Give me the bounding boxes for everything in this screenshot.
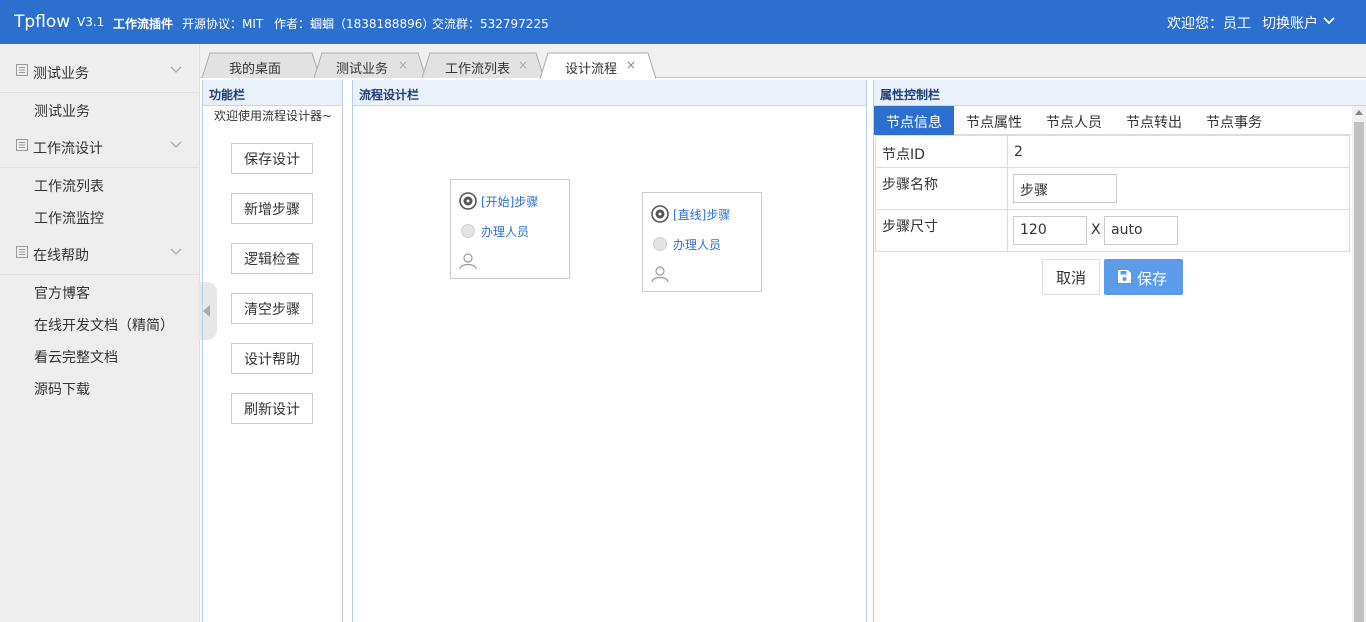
- clear-steps-button[interactable]: 清空步骤: [231, 293, 313, 324]
- radio-dot-icon: [653, 237, 667, 251]
- close-icon[interactable]: ×: [398, 58, 408, 72]
- add-step-button[interactable]: 新增步骤: [231, 193, 313, 224]
- panel-title: 流程设计栏: [359, 88, 420, 102]
- tab-test-business[interactable]: 测试业务 ×: [314, 52, 426, 78]
- list-icon: [16, 139, 28, 151]
- tab-label: 我的桌面: [229, 62, 282, 77]
- cancel-button[interactable]: 取消: [1042, 259, 1100, 295]
- design-panel: [352, 80, 867, 622]
- floppy-disk-icon: [1118, 270, 1131, 283]
- node-id-value: 2: [1014, 144, 1023, 160]
- tab-label: 设计流程: [565, 62, 618, 77]
- tab-label: 测试业务: [336, 62, 389, 77]
- license-label: 开源协议：MIT: [182, 17, 264, 31]
- step-width-input[interactable]: 120: [1013, 216, 1087, 245]
- gear-icon: [459, 192, 477, 210]
- brand-name[interactable]: Tpflow: [14, 12, 70, 32]
- sidebar-group-test-business[interactable]: 测试业务: [0, 50, 200, 93]
- group-label: 交流群：532797225: [432, 17, 549, 31]
- sidebar: 测试业务 测试业务 工作流设计 工作流列表 工作流监控 在线帮助 官方博客 在线…: [0, 44, 200, 622]
- tab-label: 工作流列表: [445, 62, 511, 77]
- radio-dot-icon: [461, 224, 475, 238]
- row-node-id: 节点ID 2: [875, 135, 1350, 168]
- sidebar-item-source-download[interactable]: 源码下载: [34, 379, 90, 399]
- author-label: 作者：蝈蝈（1838188896）: [274, 17, 435, 31]
- tab-node-info[interactable]: 节点信息: [874, 106, 954, 135]
- save-design-button[interactable]: 保存设计: [231, 143, 313, 174]
- property-tab-bar: 节点信息 节点属性 节点人员 节点转出 节点事务: [874, 106, 1352, 135]
- sidebar-item-workflow-monitor[interactable]: 工作流监控: [34, 208, 104, 228]
- scroll-up-icon[interactable]: [1355, 110, 1363, 115]
- logic-check-button[interactable]: 逻辑检查: [231, 243, 313, 274]
- plugin-label: 工作流插件: [113, 17, 174, 31]
- step-node-start[interactable]: [开始]步骤 办理人员: [450, 179, 570, 279]
- tab-node-transaction[interactable]: 节点事务: [1194, 106, 1274, 135]
- step-size-label: 步骤尺寸: [882, 219, 938, 235]
- node-id-label: 节点ID: [882, 147, 925, 163]
- tab-bar: 我的桌面 测试业务 × 工作流列表 × 设计流程 ×: [200, 44, 1366, 79]
- list-icon: [16, 64, 28, 76]
- design-help-button[interactable]: 设计帮助: [231, 343, 313, 374]
- panel-title: 功能栏: [209, 88, 246, 102]
- step-name-input[interactable]: 步骤: [1013, 174, 1117, 203]
- close-icon[interactable]: ×: [626, 58, 636, 72]
- tab-node-transfer[interactable]: 节点转出: [1114, 106, 1194, 135]
- scrollbar-thumb[interactable]: [1354, 122, 1364, 622]
- function-panel-header: 功能栏: [203, 80, 342, 106]
- step-name-label: 步骤名称: [882, 177, 938, 193]
- sidebar-group-online-help[interactable]: 在线帮助: [0, 232, 200, 275]
- chevron-down-icon: [170, 66, 182, 73]
- tab-design-flow[interactable]: 设计流程 ×: [540, 52, 656, 79]
- sidebar-group-label: 测试业务: [33, 66, 89, 82]
- sidebar-item-online-docs[interactable]: 在线开发文档（精简）: [34, 315, 174, 335]
- save-label: 保存: [1137, 270, 1168, 288]
- chevron-down-icon: [170, 248, 182, 255]
- refresh-design-button[interactable]: 刷新设计: [231, 393, 313, 424]
- version-label: V3.1: [77, 15, 105, 29]
- design-panel-header: 流程设计栏: [353, 80, 866, 106]
- tab-my-desktop[interactable]: 我的桌面: [202, 52, 320, 78]
- designer-welcome-text: 欢迎使用流程设计器~: [214, 109, 333, 123]
- close-icon[interactable]: ×: [518, 58, 528, 72]
- tab-node-personnel[interactable]: 节点人员: [1034, 106, 1114, 135]
- sidebar-group-label: 工作流设计: [33, 141, 103, 157]
- sidebar-item-kancloud-docs[interactable]: 看云完整文档: [34, 347, 118, 367]
- step-handler: 办理人员: [481, 225, 530, 239]
- gear-icon: [651, 205, 669, 223]
- tab-node-attributes[interactable]: 节点属性: [954, 106, 1034, 135]
- sidebar-item-workflow-list[interactable]: 工作流列表: [34, 176, 104, 196]
- user-icon: [651, 266, 669, 283]
- step-title: [直线]步骤: [673, 208, 731, 222]
- step-height-input[interactable]: auto: [1104, 216, 1178, 245]
- panel-title: 属性控制栏: [880, 88, 941, 102]
- step-title: [开始]步骤: [481, 195, 539, 209]
- welcome-user: 欢迎您：员工: [1167, 16, 1251, 32]
- user-icon: [459, 253, 477, 270]
- size-separator: X: [1091, 222, 1101, 238]
- list-icon: [16, 246, 28, 258]
- step-node-line[interactable]: [直线]步骤 办理人员: [642, 192, 762, 292]
- chevron-down-icon: [170, 141, 182, 148]
- tab-workflow-list[interactable]: 工作流列表 ×: [422, 52, 544, 78]
- chevron-down-icon[interactable]: [1323, 16, 1335, 26]
- top-header: Tpflow V3.1 工作流插件 开源协议：MIT 作者：蝈蝈（1838188…: [0, 0, 1366, 44]
- sidebar-group-workflow-design[interactable]: 工作流设计: [0, 125, 200, 168]
- sidebar-group-label: 在线帮助: [33, 248, 89, 264]
- step-handler: 办理人员: [673, 238, 722, 252]
- property-panel-header: 属性控制栏: [874, 80, 1366, 106]
- sidebar-item-official-blog[interactable]: 官方博客: [34, 283, 90, 303]
- sidebar-item-test-business[interactable]: 测试业务: [34, 101, 90, 121]
- switch-account-link[interactable]: 切换账户: [1262, 13, 1318, 33]
- save-button[interactable]: 保存: [1104, 259, 1183, 295]
